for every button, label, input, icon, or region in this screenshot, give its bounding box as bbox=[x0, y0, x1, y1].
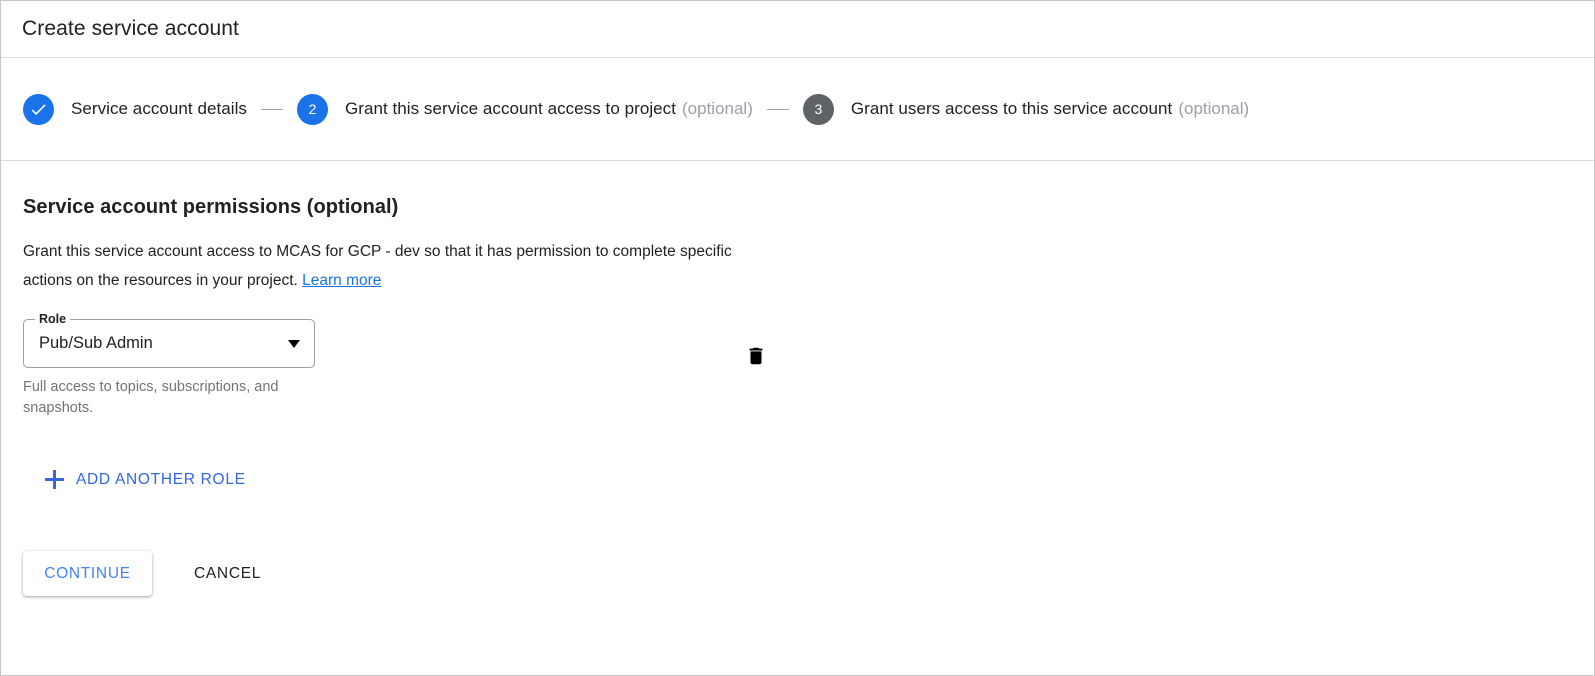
step-2-optional-tag: (optional) bbox=[681, 99, 753, 118]
step-separator-1 bbox=[260, 108, 283, 110]
step-1-service-account-details[interactable]: Service account details bbox=[23, 93, 247, 125]
page-header: Create service account bbox=[1, 1, 1594, 58]
step-3-grant-users-access[interactable]: 3 Grant users access to this service acc… bbox=[802, 93, 1250, 125]
delete-role-button[interactable] bbox=[733, 333, 779, 379]
step-1-label: Service account details bbox=[71, 99, 247, 118]
section-description: Grant this service account access to MCA… bbox=[23, 237, 753, 295]
role-helper-text: Full access to topics, subscriptions, an… bbox=[23, 379, 279, 416]
step-2-indicator: 2 bbox=[296, 93, 328, 125]
step-3-indicator: 3 bbox=[802, 93, 834, 125]
form-actions: CONTINUE CANCEL bbox=[23, 551, 1594, 596]
main-content: Service account permissions (optional) G… bbox=[1, 161, 1594, 596]
section-title: Service account permissions (optional) bbox=[23, 196, 399, 218]
step-2-label: Grant this service account access to pro… bbox=[344, 99, 676, 118]
plus-icon bbox=[45, 470, 64, 489]
role-select[interactable]: Role Pub/Sub Admin bbox=[23, 311, 315, 368]
add-another-role-button[interactable]: ADD ANOTHER ROLE bbox=[37, 464, 254, 495]
role-field-wrapper: Role Pub/Sub Admin Full access to topics… bbox=[23, 311, 315, 419]
role-selected-value: Pub/Sub Admin bbox=[39, 334, 153, 352]
step-2-grant-access-to-project[interactable]: 2 Grant this service account access to p… bbox=[296, 93, 753, 125]
continue-button[interactable]: CONTINUE bbox=[23, 551, 152, 596]
cancel-button[interactable]: CANCEL bbox=[186, 553, 269, 595]
role-row: Role Pub/Sub Admin Full access to topics… bbox=[23, 311, 1594, 419]
learn-more-link[interactable]: Learn more bbox=[302, 272, 381, 289]
step-3-label: Grant users access to this service accou… bbox=[850, 99, 1173, 118]
create-service-account-page: Create service account Service account d… bbox=[0, 0, 1595, 676]
chevron-down-icon bbox=[288, 339, 300, 348]
trash-icon bbox=[749, 347, 763, 365]
role-field-label: Role bbox=[35, 311, 71, 327]
step-separator-2 bbox=[766, 108, 789, 110]
wizard-stepper: Service account details 2 Grant this ser… bbox=[1, 58, 1594, 161]
step-3-optional-tag: (optional) bbox=[1178, 99, 1250, 118]
check-icon bbox=[31, 103, 46, 115]
add-another-role-label: ADD ANOTHER ROLE bbox=[76, 470, 246, 488]
page-title: Create service account bbox=[22, 17, 239, 40]
step-1-indicator bbox=[23, 93, 54, 125]
